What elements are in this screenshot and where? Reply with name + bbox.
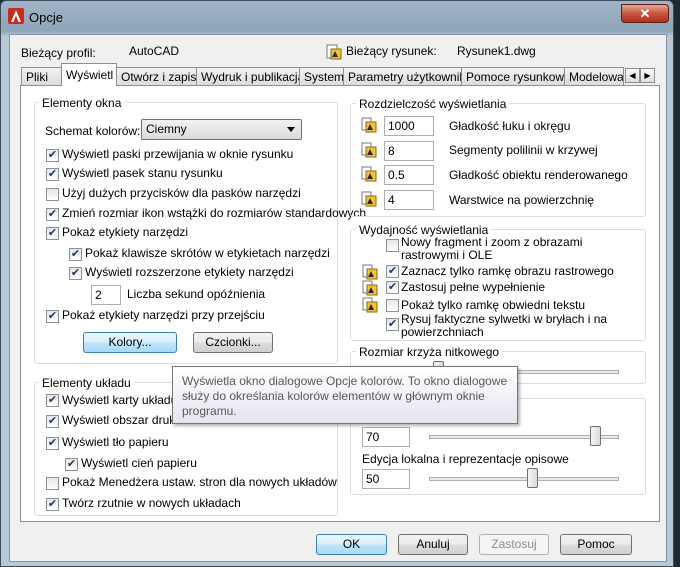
tab-3d-modeling[interactable]: Modelowanie 3D [564,67,624,85]
checkbox-raster-frame-only[interactable]: ✔ [386,265,399,278]
tab-scroll-right-button[interactable]: ▶ [640,68,655,83]
checkbox-pan-zoom-raster-label: Nowy fragment i zoom z obrazami rastrowy… [401,235,583,262]
checkbox-scrollbars[interactable]: ✔ [46,149,59,162]
help-button[interactable]: Pomoc [560,534,632,555]
tab-files[interactable]: Pliki [21,67,62,85]
setting-saved-in-drawing-icon [362,297,378,313]
checkbox-paper-background-label: Wyświetl tło papieru [62,435,169,449]
setting-saved-in-drawing-icon [361,166,377,182]
render-smoothness-label: Gładkość obiektu renderowanego [449,168,628,182]
inplace-edit-fade-input[interactable]: 50 [362,469,410,489]
checkbox-page-setup-manager-label: Pokaż Menedżera ustaw. stron dla nowych … [62,475,337,489]
color-scheme-label: Schemat kolorów: [45,124,141,138]
checkbox-rollover-tooltips-label: Pokaż etykiety narzędzi przy przejściu [62,308,265,322]
checkbox-pan-zoom-raster[interactable] [386,239,399,252]
arc-smoothness-input[interactable]: 1000 [384,116,434,136]
tab-system[interactable]: System [299,67,344,85]
setting-saved-in-drawing-icon [362,264,378,280]
checkbox-shortcut-keys-label: Pokaż klawisze skrótów w etykietach narz… [85,246,330,260]
tab-plot-publish[interactable]: Wydruk i publikacja [196,67,300,85]
checkbox-ribbon-icons[interactable]: ✔ [46,208,59,221]
polyline-segments-input[interactable]: 8 [384,141,434,161]
checkbox-paper-background[interactable]: ✔ [46,437,59,450]
xref-fade-slider[interactable] [590,426,602,446]
checkbox-paper-shadow-label: Wyświetl cień papieru [81,456,197,470]
polyline-segments-label: Segmenty polilinii w krzywej [449,143,598,157]
checkbox-ribbon-icons-label: Zmień rozmiar ikon wstążki do rozmiarów … [62,206,367,220]
inplace-edit-fade-slider[interactable] [527,468,539,488]
tab-drafting[interactable]: Pomoce rysunkowe [461,67,565,85]
inplace-edit-label: Edycja lokalna i reprezentacje opisowe [362,452,569,466]
checkbox-raster-frame-only-label: Zaznacz tylko ramkę obrazu rastrowego [401,264,614,278]
chevron-down-icon [287,127,295,132]
checkbox-tooltips[interactable]: ✔ [46,227,59,240]
color-scheme-select[interactable]: Ciemny [141,119,302,140]
layout-elements-title: Elementy układu [39,376,134,390]
checkbox-extended-tooltips-label: Wyświetl rozszerzone etykiety narzędzi [85,265,294,279]
close-button[interactable]: ✕ [621,4,669,23]
current-drawing-label: Bieżący rysunek: [346,44,437,58]
color-scheme-value: Ciemny [146,122,187,136]
checkbox-status-bar[interactable]: ✔ [46,168,59,181]
current-profile-value: AutoCAD [129,44,180,58]
current-drawing-value: Rysunek1.dwg [457,44,536,58]
render-smoothness-input[interactable]: 0.5 [384,165,434,185]
arc-smoothness-label: Gładkość łuku i okręgu [449,119,571,133]
tab-display[interactable]: Wyświetl [61,63,117,86]
checkbox-create-viewports[interactable]: ✔ [46,498,59,511]
window-title: Opcje [29,10,63,25]
drawing-file-icon [326,44,342,60]
apply-button[interactable]: Zastosuj [479,534,549,555]
checkbox-status-bar-label: Wyświetl pasek stanu rysunku [62,166,223,180]
checkbox-solid-fill[interactable]: ✔ [386,281,399,294]
checkbox-layout-tabs[interactable]: ✔ [46,394,59,407]
checkbox-large-buttons-label: Użyj dużych przycisków dla pasków narzęd… [62,186,301,200]
colors-button[interactable]: Kolory... [83,332,177,353]
inplace-edit-fade-track [429,477,619,481]
contour-lines-input[interactable]: 4 [384,190,434,210]
setting-saved-in-drawing-icon [361,191,377,207]
checkbox-true-silhouettes-label: Rysuj faktyczne sylwetki w bryłach i na … [401,312,608,339]
setting-saved-in-drawing-icon [362,280,378,296]
display-resolution-title: Rozdzielczość wyświetlania [356,97,510,111]
cancel-button[interactable]: Anuluj [398,534,468,555]
setting-saved-in-drawing-icon [361,142,377,158]
delay-seconds-input[interactable]: 2 [91,285,121,305]
delay-seconds-label: Liczba sekund opóźnienia [127,287,266,301]
checkbox-create-viewports-label: Twórz rzutnie w nowych układach [62,496,241,510]
checkbox-page-setup-manager[interactable] [46,477,59,490]
checkbox-text-boundary-frame[interactable] [386,299,399,312]
ok-button[interactable]: OK [316,534,387,555]
checkbox-large-buttons[interactable] [46,188,59,201]
tab-open-save[interactable]: Otwórz i zapisz [116,67,197,85]
crosshair-size-title: Rozmiar krzyża nitkowego [356,345,503,359]
checkbox-rollover-tooltips[interactable]: ✔ [46,310,59,323]
current-profile-label: Bieżący profil: [21,46,96,60]
checkbox-scrollbars-label: Wyświetl paski przewijania w oknie rysun… [62,147,294,161]
contour-lines-label: Warstwice na powierzchnię [449,193,594,207]
checkbox-paper-shadow[interactable]: ✔ [65,458,78,471]
window-elements-title: Elementy okna [39,96,125,110]
options-dialog: Opcje ✕ Bieżący profil: AutoCAD Bieżący … [0,0,674,567]
checkbox-tooltips-label: Pokaż etykiety narzędzi [62,225,189,239]
colors-tooltip: Wyświetla okno dialogowe Opcje kolorów. … [172,366,518,424]
checkbox-solid-fill-label: Zastosuj pełne wypełnienie [401,280,546,294]
checkbox-true-silhouettes[interactable]: ✔ [386,318,399,331]
tab-scroll-left-button[interactable]: ◀ [625,68,640,83]
checkbox-printable-area[interactable]: ✔ [46,415,59,428]
tab-user-preferences[interactable]: Parametry użytkownika [343,67,462,85]
checkbox-text-boundary-frame-label: Pokaż tylko ramkę obwiedni tekstu [401,298,586,312]
checkbox-shortcut-keys[interactable]: ✔ [69,248,82,261]
setting-saved-in-drawing-icon [361,117,377,133]
checkbox-extended-tooltips[interactable]: ✔ [69,267,82,280]
fonts-button[interactable]: Czcionki... [193,332,273,353]
xref-fade-input[interactable]: 70 [362,427,410,447]
autocad-app-icon [8,8,24,24]
